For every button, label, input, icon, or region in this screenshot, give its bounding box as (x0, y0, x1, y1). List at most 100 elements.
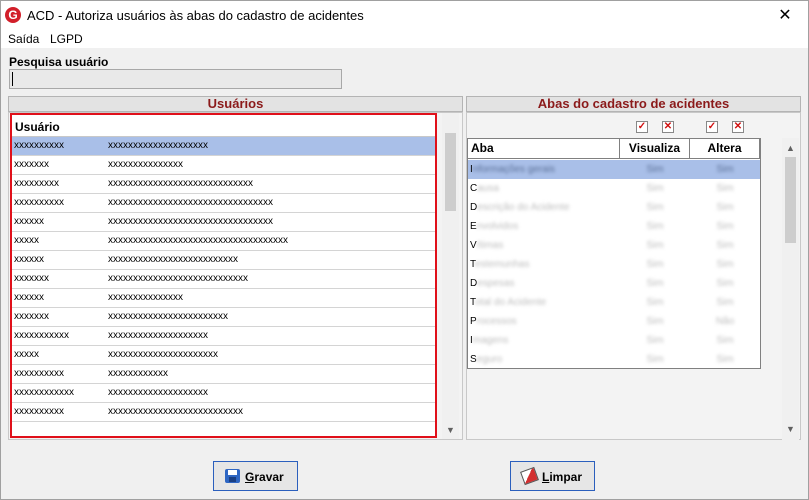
menu-item-saida[interactable]: Saída (8, 32, 39, 46)
aba-visualiza-value[interactable]: Sim (620, 350, 690, 368)
aba-altera-value[interactable]: Sim (690, 236, 760, 255)
aba-row[interactable]: Seguro Sim Sim (468, 350, 760, 368)
aba-altera-value[interactable]: Sim (690, 350, 760, 368)
users-scroll-thumb[interactable] (445, 133, 456, 211)
user-name: xxxxxxxxxxxxxxx (108, 292, 183, 303)
uncheck-all-altera-icon[interactable]: ✕ (732, 121, 744, 133)
aba-altera-value[interactable]: Sim (690, 274, 760, 293)
aba-name: Processos (470, 316, 517, 327)
check-all-visualiza-icon[interactable]: ✓ (636, 121, 648, 133)
check-all-altera-icon[interactable]: ✓ (706, 121, 718, 133)
aba-name: Total do Acidente (470, 297, 547, 308)
user-login: xxxxxxxxxx (14, 140, 64, 151)
user-row[interactable]: xxxxxx xxxxxxxxxxxxxxxxxxxxxxxxxxxxxxxxx (12, 213, 435, 232)
aba-row[interactable]: Processos Sim Não (468, 312, 760, 331)
user-row[interactable]: xxxxxxxxxxxxxxxxxxxxxxxxxxxxxxxx (12, 251, 435, 270)
save-button[interactable]: Gravar (213, 461, 298, 491)
user-row[interactable]: xxxxx xxxxxxxxxxxxxxxxxxxxxx (12, 346, 435, 365)
aba-row[interactable]: Informações gerais Sim Sim (468, 160, 760, 179)
user-name: xxxxxxxxxxxxxxxxxxxxxxxxxxxx (108, 273, 248, 284)
user-name: xxxxxxxxxxxxxxxxxxxxxxxxxxx (108, 406, 243, 417)
user-login: xxxxxxxxx (14, 178, 59, 189)
user-row[interactable]: xxxxxxxxxxxxxxxxxxxxxx (12, 156, 435, 175)
header-visualiza[interactable]: Visualiza (620, 139, 690, 158)
aba-visualiza-value[interactable]: Sim (620, 312, 690, 331)
menu-item-lgpd[interactable]: LGPD (50, 32, 83, 46)
abas-panel-title: Abas do cadastro de acidentes (466, 96, 801, 112)
aba-name: Envolvidos (470, 221, 519, 232)
user-row[interactable]: xxxxxxxxx xxxxxxxxxxxxxxxxxxxxxxxxxxxxx (12, 175, 435, 194)
scroll-up-arrow-icon[interactable]: ▲ (782, 140, 799, 157)
user-name: xxxxxxxxxxxxxxxxxxxx (108, 140, 208, 151)
aba-row[interactable]: Total do Acidente Sim Sim (468, 293, 760, 312)
user-row[interactable]: xxxxxxxxxxxxxxxxxxxxxx (12, 365, 435, 384)
aba-altera-value[interactable]: Não (690, 312, 760, 331)
aba-name: Descrição do Acidente (470, 202, 570, 213)
aba-visualiza-value[interactable]: Sim (620, 179, 690, 198)
aba-visualiza-value[interactable]: Sim (620, 255, 690, 274)
aba-altera-value[interactable]: Sim (690, 198, 760, 217)
aba-altera-value[interactable]: Sim (690, 179, 760, 198)
user-login: xxxxxxxxxx (14, 197, 64, 208)
user-name: xxxxxxxxxxxxxxx (108, 159, 183, 170)
aba-visualiza-value[interactable]: Sim (620, 198, 690, 217)
user-row[interactable]: xxxxxxxxxxxxxxxxxxxxxxxxxxxxxxx (12, 308, 435, 327)
aba-row[interactable]: Despesas Sim Sim (468, 274, 760, 293)
aba-visualiza-value[interactable]: Sim (620, 293, 690, 312)
aba-visualiza-value[interactable]: Sim (620, 160, 690, 179)
scroll-down-arrow-icon[interactable]: ▼ (442, 422, 459, 439)
user-name: xxxxxxxxxxxxxxxxxxxxxx (108, 349, 218, 360)
aba-name: Informações gerais (470, 164, 556, 175)
header-altera[interactable]: Altera (690, 139, 760, 158)
aba-visualiza-value[interactable]: Sim (620, 236, 690, 255)
aba-altera-value[interactable]: Sim (690, 293, 760, 312)
abas-scrollbar[interactable]: ▲ ▼ (782, 138, 799, 440)
aba-altera-value[interactable]: Sim (690, 255, 760, 274)
aba-name: Seguro (470, 354, 503, 365)
users-column-header[interactable]: Usuário (12, 115, 435, 137)
users-scrollbar[interactable]: ▼ (442, 113, 459, 439)
floppy-disk-icon (225, 469, 240, 483)
users-panel-title: Usuários (8, 96, 463, 112)
aba-name: Despesas (470, 278, 515, 289)
aba-row[interactable]: Imagens Sim Sim (468, 331, 760, 350)
aba-altera-value[interactable]: Sim (690, 331, 760, 350)
clear-button-label: Limpar (542, 470, 583, 484)
abas-table-header: Aba Visualiza Altera (468, 139, 760, 159)
user-name: xxxxxxxxxxxxxxxxxxxxxxxx (108, 311, 228, 322)
user-row[interactable]: xxxxxxxxxx xxxxxxxxxxxxxxxxxxxx (12, 137, 435, 156)
user-row[interactable]: xxxxxxxxxxxxxxxxxxxxxxxxxxxxxxxx (12, 384, 435, 403)
aba-visualiza-value[interactable]: Sim (620, 331, 690, 350)
aba-visualiza-value[interactable]: Sim (620, 217, 690, 236)
clear-button[interactable]: Limpar (510, 461, 595, 491)
user-login: xxxxxx (14, 216, 44, 227)
aba-visualiza-value[interactable]: Sim (620, 274, 690, 293)
menu-bar: Saída LGPD (1, 30, 808, 48)
uncheck-all-visualiza-icon[interactable]: ✕ (662, 121, 674, 133)
header-aba[interactable]: Aba (468, 139, 620, 158)
aba-row[interactable]: Descrição do Acidente Sim Sim (468, 198, 760, 217)
aba-row[interactable]: Envolvidos Sim Sim (468, 217, 760, 236)
user-row[interactable]: xxxxxxx xxxxxxxxxxxxxxxxxxxxxxxxxxxx (12, 270, 435, 289)
user-name: xxxxxxxxxxxxxxxxxxxxxxxxxxxxxxxxx (108, 197, 273, 208)
user-row[interactable]: xxxxxxxxxxxxxxxxxxxxxxxxxxxxxxx (12, 327, 435, 346)
close-button[interactable]: ✕ (762, 1, 808, 30)
aba-altera-value[interactable]: Sim (690, 160, 760, 179)
aba-row[interactable]: Vítimas Sim Sim (468, 236, 760, 255)
abas-scroll-thumb[interactable] (785, 157, 796, 243)
aba-name: Imagens (470, 335, 509, 346)
title-bar[interactable]: G ACD - Autoriza usuários às abas do cad… (1, 1, 808, 30)
user-login: xxxxxxx (14, 159, 49, 170)
search-label: Pesquisa usuário (9, 55, 109, 69)
user-row[interactable]: xxxxxx xxxxxxxxxxxxxxx (12, 289, 435, 308)
aba-row[interactable]: Testemunhas Sim Sim (468, 255, 760, 274)
user-row[interactable]: xxxxxxxxxx xxxxxxxxxxxxxxxxxxxxxxxxxxx (12, 403, 435, 422)
aba-row[interactable]: Causa Sim Sim (468, 179, 760, 198)
search-user-input[interactable] (9, 69, 342, 89)
user-row[interactable]: xxxxxxxxxxxxxxxxxxxxxxxxxxxxxxxxxxxxxxxx… (12, 194, 435, 213)
aba-altera-value[interactable]: Sim (690, 217, 760, 236)
user-login: xxxxx (14, 235, 39, 246)
user-name: xxxxxxxxxxxxxxxxxxxxxxxxxx (108, 254, 238, 265)
scroll-down-arrow-icon[interactable]: ▼ (782, 421, 799, 438)
user-row[interactable]: xxxxxxxxxxxxxxxxxxxxxxxxxxxxxxxxxxxxxxxx… (12, 232, 435, 251)
